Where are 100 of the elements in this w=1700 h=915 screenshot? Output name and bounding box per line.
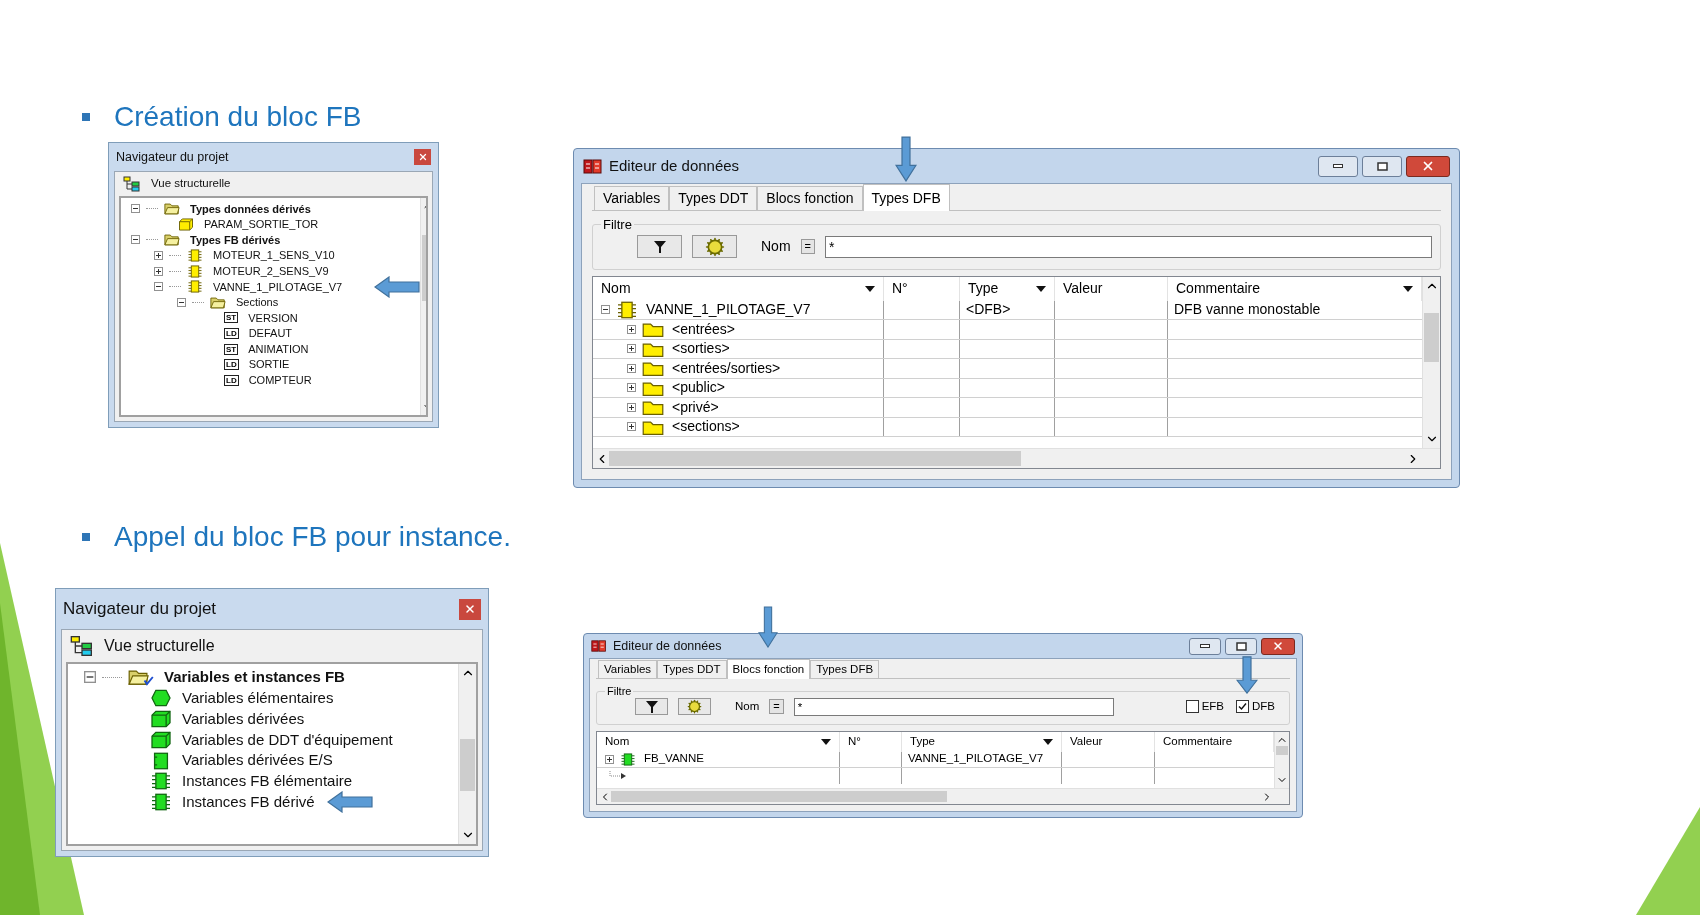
expand-icon[interactable] bbox=[627, 363, 636, 373]
filter-button[interactable] bbox=[635, 698, 668, 715]
checkbox-label: DFB bbox=[1252, 698, 1275, 714]
table-cell[interactable]: <sorties> bbox=[672, 338, 730, 360]
tree-item[interactable]: Variables dérivées E/S bbox=[182, 749, 333, 772]
caret-icon[interactable] bbox=[821, 738, 831, 745]
checkbox[interactable] bbox=[1185, 700, 1199, 713]
language-tag: ST bbox=[224, 312, 239, 324]
tree-item[interactable]: Types données dérivés bbox=[190, 200, 311, 218]
tab[interactable]: Types DFB bbox=[810, 660, 880, 678]
close-button[interactable] bbox=[1261, 637, 1295, 655]
tree-item[interactable]: ANIMATION bbox=[248, 340, 309, 358]
minimize-button[interactable] bbox=[1318, 155, 1358, 177]
close-icon bbox=[1421, 159, 1435, 173]
expand-icon[interactable] bbox=[627, 344, 636, 354]
tree-item[interactable]: Instances FB élémentaire bbox=[182, 770, 353, 793]
horizontal-scrollbar[interactable] bbox=[593, 448, 1440, 468]
scroll-thumb[interactable] bbox=[611, 791, 947, 802]
filter-button[interactable] bbox=[637, 235, 682, 258]
maximize-icon bbox=[1235, 641, 1247, 651]
group-label: Filtre bbox=[602, 216, 633, 234]
expand-icon[interactable] bbox=[154, 266, 163, 276]
table-cell[interactable]: <privé> bbox=[672, 396, 719, 418]
checkbox[interactable] bbox=[1236, 700, 1249, 713]
maximize-button[interactable] bbox=[1362, 155, 1402, 177]
gears-icon bbox=[687, 699, 702, 714]
expand-icon[interactable] bbox=[627, 402, 636, 412]
expand-icon[interactable] bbox=[605, 754, 614, 764]
caret-icon[interactable] bbox=[1043, 738, 1053, 745]
gears-button[interactable] bbox=[692, 235, 737, 258]
collapse-icon[interactable] bbox=[601, 305, 610, 315]
tree-item[interactable]: MOTEUR_1_SENS_V10 bbox=[213, 247, 335, 264]
expand-icon[interactable] bbox=[627, 422, 636, 432]
tree-item[interactable]: Instances FB dérivé bbox=[182, 790, 315, 814]
caret-icon[interactable] bbox=[1036, 285, 1046, 292]
block-icon bbox=[150, 710, 172, 728]
language-tag: LD bbox=[224, 374, 239, 386]
name-filter-field[interactable]: * bbox=[825, 235, 1432, 258]
tree-item[interactable]: Variables dérivées bbox=[182, 707, 305, 731]
tab[interactable]: Blocs fonction bbox=[757, 186, 863, 210]
window-title: Editeur de données bbox=[609, 155, 740, 176]
tree-item[interactable]: VERSION bbox=[248, 309, 298, 327]
name-filter-field[interactable]: * bbox=[793, 697, 1114, 716]
table-cell-text: VANNE_1_PILOTAGE_V7 bbox=[908, 751, 1044, 767]
collapse-icon[interactable] bbox=[131, 204, 140, 214]
table-cell[interactable]: <entrées/sorties> bbox=[672, 357, 781, 379]
expand-icon[interactable] bbox=[627, 383, 636, 393]
vertical-scrollbar[interactable] bbox=[458, 664, 476, 844]
minimize-button[interactable] bbox=[1189, 637, 1221, 655]
maximize-icon bbox=[1376, 161, 1388, 171]
tab[interactable]: Types DDT bbox=[657, 660, 727, 678]
collapse-icon[interactable] bbox=[154, 282, 163, 292]
horizontal-scrollbar[interactable] bbox=[597, 788, 1289, 804]
table-cell[interactable]: <sections> bbox=[672, 416, 740, 438]
tree-item[interactable]: Variables de DDT d'équipement bbox=[182, 728, 393, 752]
folder-icon bbox=[128, 668, 154, 687]
language-tag: LD bbox=[224, 359, 239, 371]
group-label: Filtre bbox=[606, 684, 633, 699]
table-cell[interactable]: VANNE_1_PILOTAGE_V7 bbox=[646, 299, 811, 321]
expand-icon[interactable] bbox=[154, 251, 163, 261]
tab[interactable]: Variables bbox=[598, 660, 658, 678]
tree-item[interactable]: COMPTEUR bbox=[248, 372, 312, 389]
tree-item[interactable]: PARAM_SORTIE_TOR bbox=[204, 216, 319, 233]
checkbox-label: EFB bbox=[1201, 698, 1224, 714]
close-button[interactable] bbox=[459, 598, 481, 620]
scroll-thumb[interactable] bbox=[1276, 745, 1288, 756]
tree-item[interactable]: SORTIE bbox=[248, 356, 290, 373]
tree-item[interactable]: Types FB dérivés bbox=[190, 231, 281, 249]
scroll-thumb[interactable] bbox=[460, 739, 475, 791]
vertical-scrollbar[interactable] bbox=[1422, 276, 1440, 448]
maximize-button[interactable] bbox=[1225, 637, 1257, 655]
close-button[interactable] bbox=[1406, 155, 1450, 177]
operator-button[interactable]: = bbox=[800, 239, 815, 254]
collapse-icon[interactable] bbox=[131, 235, 140, 245]
table-cell[interactable]: <entrées> bbox=[672, 318, 736, 340]
tree-item[interactable]: Variables élémentaires bbox=[182, 686, 334, 710]
tree-item[interactable]: Variables et instances FB bbox=[164, 666, 345, 689]
table-cell[interactable]: FB_VANNE bbox=[644, 750, 704, 768]
caret-icon[interactable] bbox=[1403, 285, 1413, 292]
operator-button[interactable]: = bbox=[769, 699, 784, 714]
tree-item[interactable]: Sections bbox=[236, 294, 279, 311]
caret-icon[interactable] bbox=[865, 285, 875, 292]
tree-item[interactable]: VANNE_1_PILOTAGE_V7 bbox=[213, 278, 343, 295]
chip-icon bbox=[620, 752, 636, 766]
tab[interactable]: Types DDT bbox=[669, 186, 758, 210]
scroll-thumb[interactable] bbox=[1424, 313, 1439, 363]
expand-icon[interactable] bbox=[627, 324, 636, 334]
close-icon bbox=[417, 152, 428, 162]
minimize-icon bbox=[1333, 164, 1343, 168]
tab[interactable]: Variables bbox=[594, 186, 670, 210]
close-button[interactable] bbox=[414, 149, 431, 165]
table-cell[interactable]: <public> bbox=[672, 377, 725, 399]
tree-item[interactable]: DEFAUT bbox=[248, 325, 293, 342]
funnel-icon bbox=[652, 239, 667, 254]
vertical-scrollbar[interactable] bbox=[1274, 731, 1289, 788]
scroll-thumb[interactable] bbox=[609, 451, 1022, 466]
chip-icon bbox=[616, 300, 638, 319]
collapse-icon[interactable] bbox=[177, 297, 186, 307]
tree-item[interactable]: MOTEUR_2_SENS_V9 bbox=[213, 262, 329, 280]
gears-button[interactable] bbox=[678, 698, 711, 715]
